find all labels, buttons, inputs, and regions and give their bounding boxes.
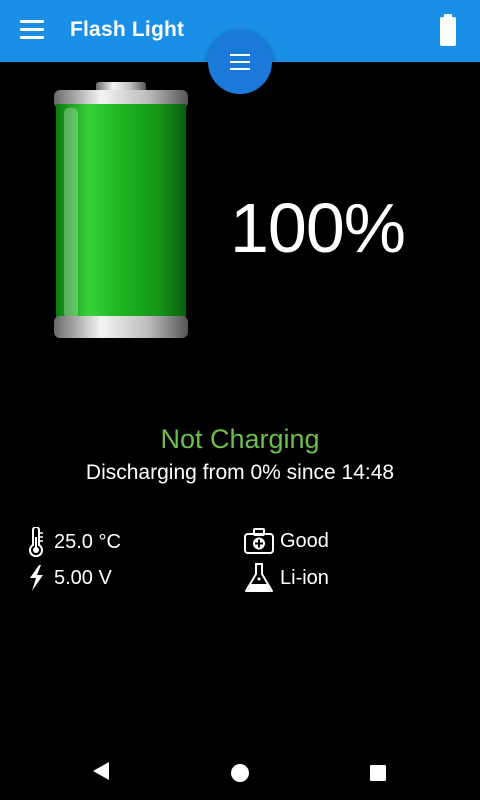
- temperature-value: 25.0 °C: [54, 530, 121, 553]
- first-aid-kit-icon: [244, 528, 274, 554]
- temperature-stat: 25.0 °C: [24, 527, 121, 557]
- home-icon[interactable]: [231, 764, 249, 782]
- battery-percent: 100%: [230, 189, 406, 267]
- navigation-bar: [0, 746, 480, 800]
- app-title: Flash Light: [70, 18, 185, 41]
- menu-icon[interactable]: [20, 20, 46, 42]
- health-value: Good: [280, 529, 329, 552]
- menu-fab-button[interactable]: [208, 30, 272, 94]
- technology-value: Li-ion: [280, 566, 329, 589]
- technology-stat: Li-ion: [244, 562, 329, 594]
- charging-status: Not Charging: [160, 424, 320, 454]
- voltage-value: 5.00 V: [54, 566, 112, 589]
- discharge-detail: Discharging from 0% since 14:48: [85, 461, 395, 484]
- back-icon[interactable]: [92, 761, 110, 781]
- thermometer-icon: [29, 527, 43, 557]
- lightning-icon: [30, 565, 43, 591]
- recents-icon[interactable]: [370, 765, 386, 781]
- voltage-stat: 5.00 V: [24, 564, 112, 592]
- health-stat: Good: [244, 528, 329, 554]
- battery-level-graphic: [54, 82, 188, 338]
- flask-icon: [245, 563, 273, 592]
- battery-icon: [440, 14, 456, 46]
- menu-icon: [230, 54, 250, 70]
